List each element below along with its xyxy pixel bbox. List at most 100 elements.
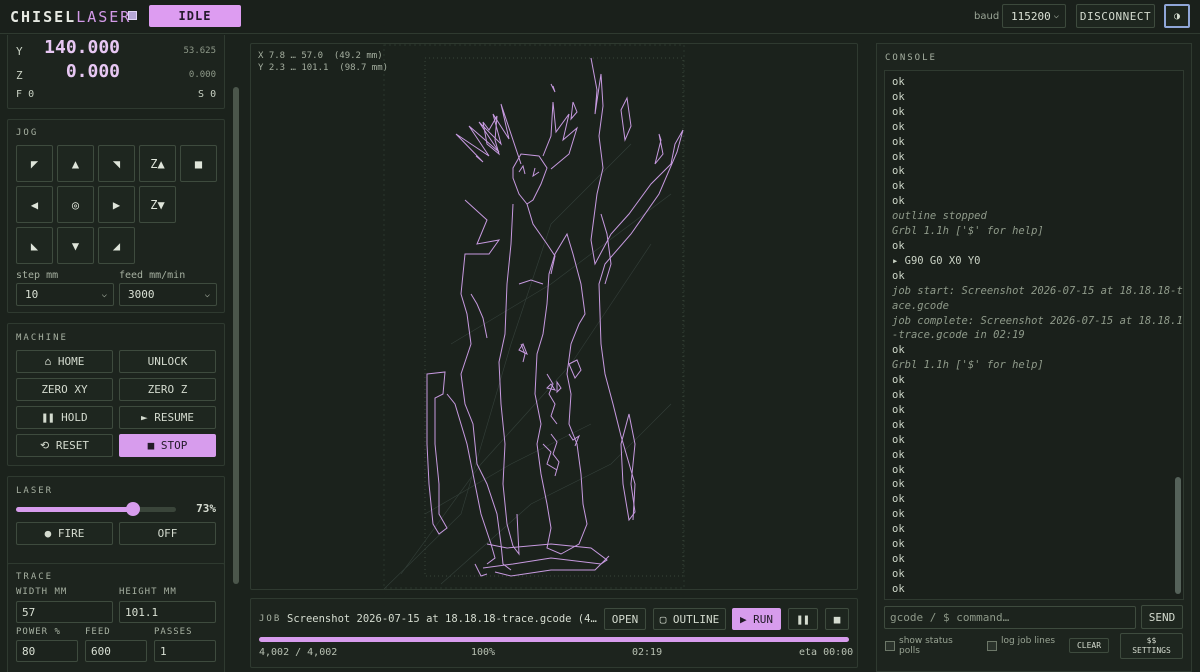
z-up-label: Z▲ — [150, 156, 165, 171]
open-button[interactable]: OPEN — [604, 608, 646, 630]
laser-title: LASER — [16, 486, 54, 496]
disconnect-button[interactable]: DISCONNECT — [1076, 4, 1155, 28]
jog-down-button[interactable]: ▼ — [57, 227, 94, 264]
home-button[interactable]: ⌂ HOME — [16, 350, 113, 373]
machine-card: MACHINE ⌂ HOME UNLOCK ZERO XY ZERO Z ❚❚ … — [7, 323, 225, 466]
jog-up-left-button[interactable]: ◤ — [16, 145, 53, 182]
job-title: JOB — [259, 614, 282, 624]
console-line: ok — [892, 90, 905, 103]
stop-icon: ■ — [194, 156, 203, 171]
laser-power-value: 73% — [196, 502, 216, 515]
width-label: WIDTH MM — [16, 587, 68, 597]
console-log[interactable]: ok ok ok ok ok ok ok ok ok outline stopped Grbl 1.… — [884, 70, 1184, 600]
show-status-checkbox[interactable] — [885, 641, 895, 651]
job-progress-bar — [259, 637, 849, 642]
console-line: ok — [892, 538, 905, 551]
jog-stop-button[interactable]: ■ — [180, 145, 217, 182]
machine-title: MACHINE — [16, 333, 68, 343]
log-job-checkbox[interactable] — [987, 641, 997, 651]
laser-power-fill — [16, 507, 133, 512]
console-line: ok — [892, 508, 905, 521]
console-line: ok — [892, 239, 905, 252]
console-line: -trace.gcode in 02:19 — [892, 329, 1025, 342]
console-lines: ok ok ok ok ok ok ok ok ok outline stopped Grbl 1.… — [892, 75, 1184, 597]
y-axis-label: Y — [16, 45, 23, 58]
laser-off-button[interactable]: OFF — [119, 522, 216, 545]
jog-center-button[interactable]: ◎ — [57, 186, 94, 223]
trace-title: TRACE — [16, 572, 54, 582]
jog-down-right-button[interactable]: ◢ — [98, 227, 135, 264]
jog-right-button[interactable]: ▶ — [98, 186, 135, 223]
jog-z-down-button[interactable]: Z▼ — [139, 186, 176, 223]
chevron-down-icon: ⌵ — [204, 290, 210, 300]
feed-select-value: 3000 — [128, 288, 155, 301]
height-input[interactable]: 101.1 — [119, 601, 216, 623]
jog-card: JOG ◤ ▲ ◥ Z▲ ■ ◀ ◎ ▶ Z▼ ◣ ▼ ◢ step mm fe… — [7, 119, 225, 313]
jog-up-right-button[interactable]: ◥ — [98, 145, 135, 182]
hold-button[interactable]: ❚❚ HOLD — [16, 406, 113, 429]
trace-feed-input[interactable]: 600 — [85, 640, 147, 662]
console-line: job complete: Screenshot 2026-07-15 at 1… — [892, 314, 1184, 327]
command-input[interactable]: gcode / $ command… — [884, 606, 1136, 629]
console-scrollbar[interactable] — [1175, 477, 1181, 594]
pause-button[interactable]: ❚❚ — [788, 608, 818, 630]
console-line: ▸ G90 G0 X0 Y0 — [892, 254, 981, 267]
console-line: outline stopped — [892, 210, 987, 223]
left-panel-scrollbar[interactable] — [233, 87, 239, 584]
zero-z-button[interactable]: ZERO Z — [119, 378, 216, 401]
jog-z-up-button[interactable]: Z▲ — [139, 145, 176, 182]
feed-label: F 0 — [16, 89, 35, 100]
brand-name-part2: LASER — [76, 8, 132, 26]
z-axis-label: Z — [16, 69, 23, 82]
power-input[interactable]: 80 — [16, 640, 78, 662]
run-button[interactable]: ▶ RUN — [732, 608, 781, 630]
step-value: 10 — [25, 288, 39, 301]
laser-power-thumb[interactable] — [125, 502, 140, 516]
stop-button[interactable]: ■ STOP — [119, 434, 216, 457]
console-line: ok — [892, 165, 905, 178]
jog-left-button[interactable]: ◀ — [16, 186, 53, 223]
jog-down-left-button[interactable]: ◣ — [16, 227, 53, 264]
jog-up-button[interactable]: ▲ — [57, 145, 94, 182]
machine-state-badge: IDLE — [149, 5, 241, 27]
z-down-label: Z▼ — [150, 197, 165, 212]
console-line: ace.gcode — [892, 299, 949, 312]
step-select[interactable]: 10 ⌵ — [16, 283, 114, 306]
fire-button[interactable]: ● FIRE — [16, 522, 113, 545]
spindle-label: S 0 — [198, 89, 217, 100]
preview-canvas[interactable]: X 7.8 … 57.0 (49.2 mm) Y 2.3 … 101.1 (98… — [250, 43, 858, 590]
arrow-up-right-icon: ◥ — [112, 156, 121, 171]
console-line: ok — [892, 180, 905, 193]
unlock-button[interactable]: UNLOCK — [119, 350, 216, 373]
send-button[interactable]: SEND — [1141, 605, 1183, 629]
settings-button[interactable]: $$ SETTINGS — [1120, 633, 1183, 659]
z-machine-position: 0.000 — [188, 70, 216, 80]
spindle-value: 0 — [210, 89, 217, 100]
console-title: CONSOLE — [885, 53, 937, 63]
passes-input[interactable]: 1 — [154, 640, 216, 662]
app-logo: CHISELLASER — [10, 8, 131, 26]
resume-button[interactable]: ► RESUME — [119, 406, 216, 429]
baud-select[interactable]: 115200 ⌵ — [1002, 4, 1066, 28]
stop-icon: ■ — [833, 612, 841, 626]
reset-button[interactable]: ⟲ RESET — [16, 434, 113, 457]
zero-xy-button[interactable]: ZERO XY — [16, 378, 113, 401]
left-panel[interactable]: Y 140.000 53.625 Z 0.000 0.000 F 0 S 0 J… — [0, 35, 244, 672]
feed-select[interactable]: 3000 ⌵ — [119, 283, 217, 306]
log-job-label: log job lines — [1001, 636, 1056, 646]
console-line: ok — [892, 523, 905, 536]
console-line: ok — [892, 105, 905, 118]
console-line: ok — [892, 567, 905, 580]
laser-power-slider[interactable] — [16, 502, 176, 516]
travel-moves — [383, 143, 672, 589]
job-stop-button[interactable]: ■ — [825, 608, 849, 630]
outline-button[interactable]: ▢ OUTLINE — [653, 608, 726, 630]
clear-button[interactable]: CLEAR — [1069, 638, 1109, 653]
eta-time: eta 00:00 — [799, 647, 854, 658]
console-line: ok — [892, 76, 905, 88]
theme-toggle-button[interactable]: ◑ — [1164, 4, 1190, 28]
width-input[interactable]: 57 — [16, 601, 113, 623]
trace-card: TRACE WIDTH MM HEIGHT MM 57 101.1 POWER … — [7, 563, 225, 672]
brand-name-part1: CHISEL — [10, 8, 77, 26]
power-label: POWER % — [16, 627, 61, 637]
